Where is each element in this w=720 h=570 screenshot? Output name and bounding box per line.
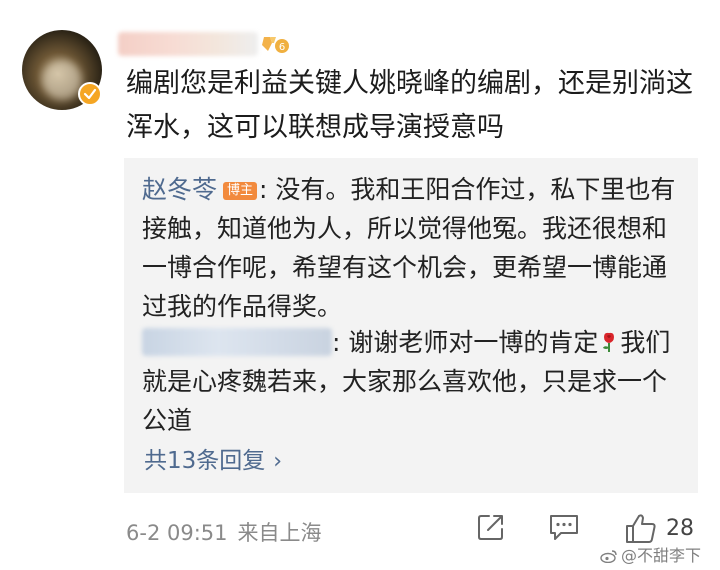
comment-date: 6-2 09:51 bbox=[126, 521, 228, 545]
thumbs-up-icon[interactable] bbox=[624, 512, 658, 544]
like-count: 28 bbox=[666, 516, 694, 541]
reply-author-name-blurred[interactable] bbox=[142, 328, 332, 356]
comment-text: 编剧您是利益关键人姚晓峰的编剧，还是别淌这浑水，这可以联想成导演授意吗 bbox=[126, 68, 693, 143]
share-icon[interactable] bbox=[476, 512, 506, 542]
reply-thread[interactable]: 赵冬苓 博主: 没有。我和王阳合作过，私下里也有接触，知道他为人，所以觉得他冤。我… bbox=[124, 158, 698, 493]
author-tag-badge: 博主 bbox=[223, 182, 258, 200]
avatar-blur bbox=[42, 60, 82, 100]
level-badge-icon: 6 bbox=[262, 37, 289, 53]
comment-meta: 6-2 09:51 来自上海 bbox=[126, 517, 332, 547]
more-replies-link[interactable]: 共13条回复 › bbox=[144, 441, 282, 475]
reply-item: 赵冬苓 博主: 没有。我和王阳合作过，私下里也有接触，知道他为人，所以觉得他冤。我… bbox=[142, 170, 687, 326]
watermark-text: @不甜李下 bbox=[621, 546, 702, 565]
comment-icon[interactable] bbox=[547, 512, 581, 542]
rose-emoji-icon bbox=[603, 332, 615, 352]
svg-text:6: 6 bbox=[279, 42, 285, 53]
chevron-right-icon: › bbox=[273, 449, 283, 474]
username-blurred[interactable] bbox=[118, 32, 258, 56]
weibo-logo-icon bbox=[600, 550, 617, 563]
watermark: @不甜李下 bbox=[600, 542, 701, 566]
comment-location: 来自上海 bbox=[237, 521, 322, 545]
more-replies-label: 共13条回复 bbox=[144, 448, 266, 474]
reply-text: : 谢谢老师对一博的肯定 bbox=[332, 328, 599, 357]
reply-text: : 没有。我和王阳合作过，私下里也有接触，知道他为人，所以觉得他冤。我还很想和一… bbox=[142, 175, 676, 321]
reply-author-name[interactable]: 赵冬苓 bbox=[142, 175, 217, 204]
reply-item: : 谢谢老师对一博的肯定 我们就是心疼魏若来，大家那么喜欢他，只是求一个公道 bbox=[142, 323, 687, 440]
verified-badge-icon bbox=[78, 82, 102, 106]
